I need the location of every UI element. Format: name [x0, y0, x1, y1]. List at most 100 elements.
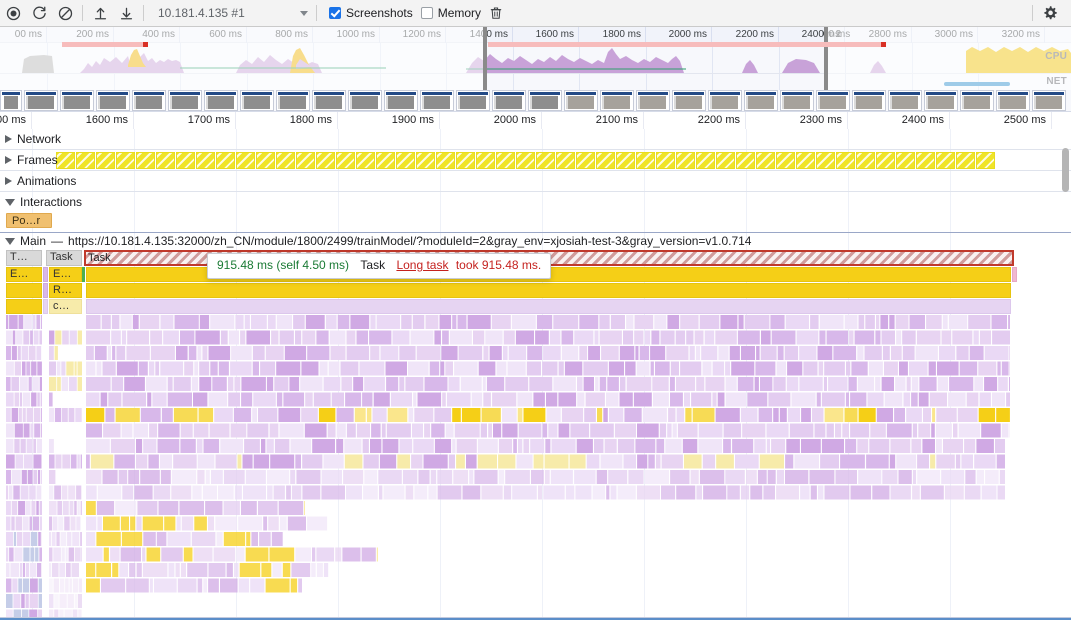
screenshots-checkbox[interactable]: Screenshots: [329, 6, 413, 20]
memory-checkbox[interactable]: Memory: [421, 6, 481, 20]
flame-bar[interactable]: [86, 299, 1011, 314]
filmstrip-frame[interactable]: [276, 90, 310, 111]
record-button[interactable]: [0, 0, 26, 26]
track-main-header[interactable]: Main — https://10.181.4.135:32000/zh_CN/…: [0, 233, 1071, 249]
flame-bar[interactable]: [43, 267, 48, 282]
frame-bar[interactable]: [96, 152, 115, 169]
filmstrip-frame[interactable]: [600, 90, 634, 111]
frame-bar[interactable]: [796, 152, 815, 169]
frame-bar[interactable]: [236, 152, 255, 169]
track-interactions-header[interactable]: Interactions: [0, 192, 82, 212]
filmstrip-frame[interactable]: [240, 90, 274, 111]
filmstrip-frame[interactable]: [96, 90, 130, 111]
frame-bar[interactable]: [256, 152, 275, 169]
frame-bar[interactable]: [976, 152, 995, 169]
filmstrip-frame[interactable]: [708, 90, 742, 111]
flame-bar-task[interactable]: T…: [6, 250, 42, 266]
capture-settings-button[interactable]: [1037, 0, 1063, 26]
scrollbar-thumb[interactable]: [1062, 148, 1069, 192]
frame-bar[interactable]: [316, 152, 335, 169]
flame-chart-deep-rows[interactable]: [0, 315, 1071, 620]
frame-bar[interactable]: [736, 152, 755, 169]
frame-bar[interactable]: [856, 152, 875, 169]
flame-bar[interactable]: E…: [6, 267, 42, 282]
frame-bar[interactable]: [116, 152, 135, 169]
frame-bar[interactable]: [756, 152, 775, 169]
flame-bar-task[interactable]: Task: [46, 250, 82, 266]
filmstrip[interactable]: [0, 90, 1071, 112]
filmstrip-frame[interactable]: [132, 90, 166, 111]
flame-bar[interactable]: [82, 267, 85, 282]
flame-bar[interactable]: E…: [49, 267, 82, 282]
frame-bar[interactable]: [656, 152, 675, 169]
filmstrip-frame[interactable]: [528, 90, 562, 111]
frame-bar[interactable]: [716, 152, 735, 169]
frame-bar[interactable]: [456, 152, 475, 169]
filmstrip-frame[interactable]: [348, 90, 382, 111]
filmstrip-frame[interactable]: [384, 90, 418, 111]
filmstrip-frame[interactable]: [816, 90, 850, 111]
track-frames[interactable]: Frames: [0, 150, 1071, 170]
frame-bar[interactable]: [956, 152, 975, 169]
track-animations-header[interactable]: Animations: [0, 171, 76, 191]
filmstrip-frame[interactable]: [960, 90, 994, 111]
frame-bar[interactable]: [336, 152, 355, 169]
frame-bar[interactable]: [936, 152, 955, 169]
track-animations[interactable]: Animations: [0, 171, 1071, 191]
flame-bar[interactable]: R…: [49, 283, 82, 298]
timeline-tracks[interactable]: Network Frames: [0, 129, 1071, 620]
frame-bar[interactable]: [376, 152, 395, 169]
frame-bar[interactable]: [296, 152, 315, 169]
frame-bar[interactable]: [416, 152, 435, 169]
frame-bar[interactable]: [576, 152, 595, 169]
frame-bar[interactable]: [816, 152, 835, 169]
filmstrip-frame[interactable]: [636, 90, 670, 111]
frame-bar[interactable]: [156, 152, 175, 169]
overview-ruler[interactable]: 00 ms 200 ms 400 ms 600 ms 800 ms 1000 m…: [0, 27, 1071, 43]
track-frames-header[interactable]: Frames: [0, 150, 58, 170]
frame-bar[interactable]: [276, 152, 295, 169]
filmstrip-frame[interactable]: [996, 90, 1030, 111]
load-profile-button[interactable]: [87, 0, 113, 26]
filmstrip-frame[interactable]: [168, 90, 202, 111]
filmstrip-frame[interactable]: [924, 90, 958, 111]
filmstrip-frame[interactable]: [744, 90, 778, 111]
frame-bar[interactable]: [176, 152, 195, 169]
track-main[interactable]: Main — https://10.181.4.135:32000/zh_CN/…: [0, 233, 1071, 249]
frame-bar[interactable]: [916, 152, 935, 169]
frame-bar[interactable]: [776, 152, 795, 169]
filmstrip-frame[interactable]: [420, 90, 454, 111]
filmstrip-frame[interactable]: [852, 90, 886, 111]
filmstrip-frame[interactable]: [888, 90, 922, 111]
frame-bar[interactable]: [136, 152, 155, 169]
filmstrip-frame[interactable]: [492, 90, 526, 111]
frame-bar[interactable]: [396, 152, 415, 169]
tooltip-long-task-link[interactable]: Long task: [396, 258, 448, 272]
frame-bar[interactable]: [516, 152, 535, 169]
flame-bar[interactable]: [86, 283, 1011, 298]
frame-bar[interactable]: [836, 152, 855, 169]
frame-bar[interactable]: [56, 152, 75, 169]
track-network[interactable]: Network: [0, 129, 1071, 149]
filmstrip-frame[interactable]: [1032, 90, 1066, 111]
frames-strip[interactable]: [56, 152, 996, 169]
track-network-header[interactable]: Network: [0, 129, 61, 149]
filmstrip-frame[interactable]: [780, 90, 814, 111]
timeline-scrollbar[interactable]: [1060, 129, 1071, 620]
track-interactions[interactable]: Interactions Po…r: [0, 192, 1071, 232]
detail-timeline-ruler[interactable]: 00 ms 1600 ms 1700 ms 1800 ms 1900 ms 20…: [0, 112, 1071, 129]
frame-bar[interactable]: [436, 152, 455, 169]
filmstrip-frame[interactable]: [672, 90, 706, 111]
frame-bar[interactable]: [696, 152, 715, 169]
frame-bar[interactable]: [556, 152, 575, 169]
filmstrip-frame[interactable]: [0, 90, 22, 111]
frame-bar[interactable]: [76, 152, 95, 169]
frame-bar[interactable]: [356, 152, 375, 169]
filmstrip-frame[interactable]: [60, 90, 94, 111]
reload-and-record-button[interactable]: [26, 0, 52, 26]
flame-bar[interactable]: [6, 299, 42, 314]
collect-garbage-button[interactable]: [483, 0, 509, 26]
frame-bar[interactable]: [536, 152, 555, 169]
frame-bar[interactable]: [636, 152, 655, 169]
flame-bar[interactable]: c…: [49, 299, 82, 314]
